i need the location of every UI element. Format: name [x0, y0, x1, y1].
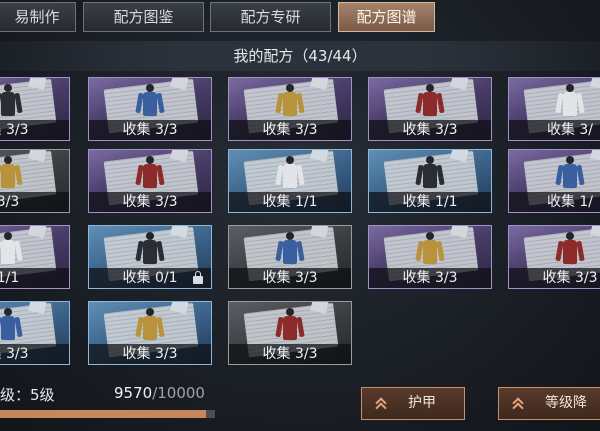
- recipe-card[interactable]: 收集 3/3: [508, 225, 600, 289]
- experience-progress-fill: [0, 410, 206, 418]
- recipe-card[interactable]: 收集 3/3: [88, 301, 212, 365]
- outfit-icon: [275, 308, 305, 348]
- level-label: 级：5级: [0, 386, 55, 404]
- experience-progress-bar: [0, 410, 215, 418]
- lock-icon: [193, 271, 203, 284]
- outfit-icon: [135, 232, 165, 272]
- recipe-collect-label: 3/3: [0, 192, 69, 212]
- recipe-collect-label: 收集 3/: [509, 120, 600, 140]
- recipe-collect-label: 集 3/3: [0, 344, 69, 364]
- recipe-card[interactable]: 1/1: [0, 225, 70, 289]
- tab-recipe-catalog[interactable]: 配方图鉴: [83, 2, 204, 32]
- recipe-card[interactable]: 收集 3/3: [88, 77, 212, 141]
- recipe-count-title: 我的配方（43/44）: [233, 47, 367, 65]
- outfit-icon: [275, 84, 305, 124]
- armor-button[interactable]: 护甲: [361, 387, 465, 420]
- outfit-icon: [415, 232, 445, 272]
- recipe-collect-label: 收集 3/3: [229, 120, 351, 140]
- recipe-collect-label: 收集 1/1: [369, 192, 491, 212]
- recipe-card[interactable]: 收集 3/: [508, 77, 600, 141]
- outfit-icon: [0, 156, 23, 196]
- experience-max: 10000: [157, 384, 205, 402]
- recipe-card[interactable]: 收集 3/3: [228, 225, 352, 289]
- tab-recipe-research[interactable]: 配方专研: [210, 2, 331, 32]
- outfit-icon: [415, 156, 445, 196]
- recipe-collect-label: 集 3/3: [0, 120, 69, 140]
- outfit-icon: [415, 84, 445, 124]
- recipe-collect-label: 收集 3/3: [369, 268, 491, 288]
- recipe-card[interactable]: 3/3: [0, 149, 70, 213]
- recipe-collect-label: 收集 3/3: [89, 344, 211, 364]
- recipe-card[interactable]: 收集 3/3: [228, 301, 352, 365]
- recipe-card[interactable]: 收集 3/3: [228, 77, 352, 141]
- recipe-collect-label: 收集 3/3: [229, 344, 351, 364]
- experience-current: 9570: [114, 384, 153, 402]
- recipe-card[interactable]: 收集 3/3: [88, 149, 212, 213]
- recipe-card[interactable]: 收集 1/1: [368, 149, 492, 213]
- recipe-card[interactable]: 收集 0/1: [88, 225, 212, 289]
- recipe-collect-label: 收集 3/3: [89, 120, 211, 140]
- recipe-collect-label: 收集 3/3: [509, 268, 600, 288]
- outfit-icon: [555, 84, 585, 124]
- recipe-card[interactable]: 收集 3/3: [368, 77, 492, 141]
- outfit-icon: [555, 232, 585, 272]
- recipe-card[interactable]: 收集 1/: [508, 149, 600, 213]
- recipe-card[interactable]: 集 3/3: [0, 301, 70, 365]
- double-chevron-up-icon: [374, 399, 388, 408]
- outfit-icon: [135, 308, 165, 348]
- recipe-card[interactable]: 收集 1/1: [228, 149, 352, 213]
- outfit-icon: [135, 156, 165, 196]
- recipe-collect-label: 收集 3/3: [369, 120, 491, 140]
- recipe-collect-label: 收集 1/1: [229, 192, 351, 212]
- recipe-collect-label: 收集 3/3: [229, 268, 351, 288]
- outfit-icon: [0, 232, 23, 272]
- recipe-card[interactable]: 收集 3/3: [368, 225, 492, 289]
- tab-easy-craft[interactable]: 易制作: [0, 2, 76, 32]
- experience-readout: 9570/10000: [114, 384, 205, 402]
- recipe-collect-label: 收集 3/3: [89, 192, 211, 212]
- recipe-card[interactable]: 集 3/3: [0, 77, 70, 141]
- level-sort-button[interactable]: 等级降: [498, 387, 600, 420]
- recipe-collect-label: 收集 1/: [509, 192, 600, 212]
- outfit-icon: [555, 156, 585, 196]
- recipe-count-header: 我的配方（43/44）: [0, 41, 600, 71]
- armor-button-label: 护甲: [408, 395, 436, 411]
- double-chevron-up-icon: [511, 399, 525, 408]
- outfit-icon: [275, 156, 305, 196]
- recipe-screen: 易制作 配方图鉴 配方专研 配方图谱 我的配方（43/44） 集 3/3 收集 3…: [0, 0, 600, 431]
- outfit-icon: [0, 84, 23, 124]
- outfit-icon: [0, 308, 23, 348]
- recipe-collect-label: 1/1: [0, 268, 69, 288]
- outfit-icon: [275, 232, 305, 272]
- level-sort-button-label: 等级降: [545, 395, 587, 411]
- outfit-icon: [135, 84, 165, 124]
- tab-recipe-atlas[interactable]: 配方图谱: [338, 2, 435, 32]
